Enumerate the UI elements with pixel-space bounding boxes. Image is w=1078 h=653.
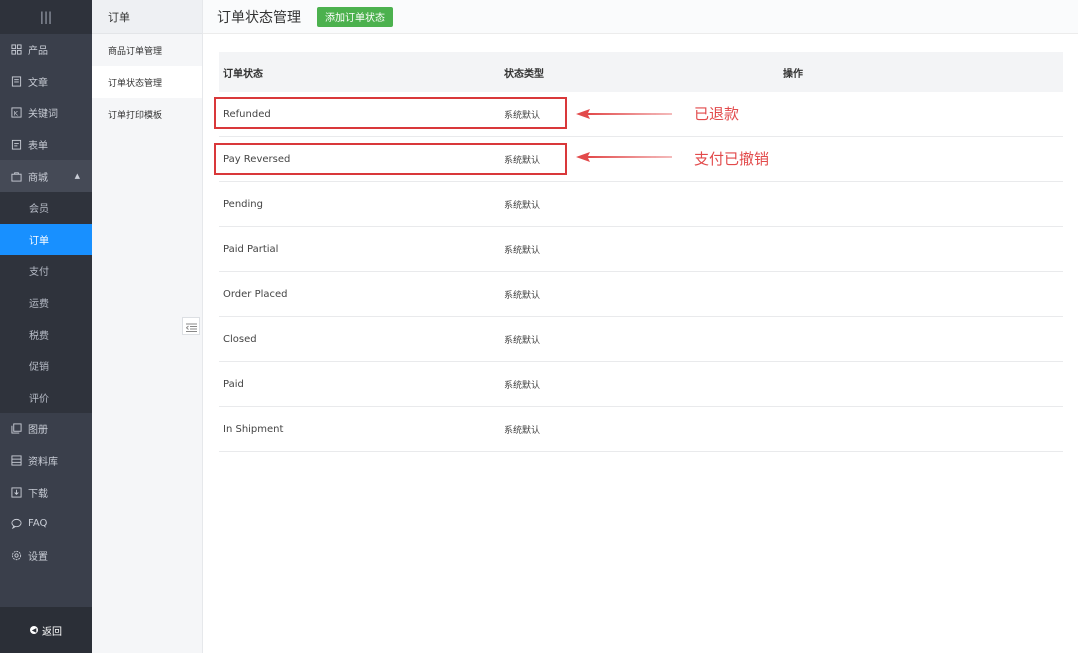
type-cell-text: 系统默认 xyxy=(504,290,541,301)
sidebar-subitem-orders[interactable]: 订单 xyxy=(0,223,92,256)
page-header: 订单状态管理 添加订单状态 xyxy=(203,0,1078,34)
sidebar-item-label: 产品 xyxy=(28,46,48,58)
sidebar-subitem-reviews[interactable]: 评价 xyxy=(0,381,92,414)
status-cell: Paid Partial xyxy=(223,243,279,255)
secondary-menu-title: 订单 xyxy=(92,0,202,34)
gallery-icon xyxy=(11,423,22,434)
collapse-menu-button[interactable] xyxy=(182,317,200,335)
annotation-pay-reversed: 支付已撤销 xyxy=(694,150,770,168)
sidebar-item-label: 图册 xyxy=(28,425,48,437)
back-button[interactable]: ◀ 返回 xyxy=(0,607,92,653)
status-cell: Closed xyxy=(223,333,257,345)
status-cell: Order Placed xyxy=(223,288,288,300)
type-cell-text: 系统默认 xyxy=(504,425,541,436)
sidebar-subitem-shipping[interactable]: 运费 xyxy=(0,286,92,319)
sidebar-item-label: 表单 xyxy=(28,141,48,153)
sidebar-item-label: 关键词 xyxy=(28,109,58,121)
add-order-status-button[interactable]: 添加订单状态 xyxy=(317,6,393,27)
table-row: Order Placed 系统默认 xyxy=(219,272,1063,317)
sidebar-item-faq[interactable]: FAQ xyxy=(0,508,92,540)
sidebar-item-articles[interactable]: 文章 xyxy=(0,66,92,98)
shop-icon xyxy=(11,171,22,182)
type-cell: 系统默认 xyxy=(501,243,783,256)
annotation-arrow-icon xyxy=(576,109,672,119)
annotation-refunded: 已退款 xyxy=(694,105,740,123)
svg-text:K: K xyxy=(14,110,19,118)
table-row: Paid Partial 系统默认 xyxy=(219,227,1063,272)
download-icon xyxy=(11,487,22,498)
secondary-menu: 订单 商品订单管理 订单状态管理 订单打印模板 xyxy=(92,0,203,653)
table-row: Pending 系统默认 xyxy=(219,182,1063,227)
annotation-arrow-icon xyxy=(576,152,672,162)
sidebar-item-downloads[interactable]: 下载 xyxy=(0,476,92,508)
sidebar-subitem-promotions[interactable]: 促销 xyxy=(0,349,92,382)
sidebar-item-label: 下载 xyxy=(28,488,48,500)
type-cell: 系统默认 xyxy=(501,378,783,391)
menu-item-product-orders[interactable]: 商品订单管理 xyxy=(92,34,202,66)
column-header-actions: 操作 xyxy=(783,68,803,80)
sidebar-subitem-tax[interactable]: 税费 xyxy=(0,318,92,350)
settings-icon xyxy=(11,550,22,561)
column-header-type: 状态类型 xyxy=(504,68,544,80)
sidebar-item-label: 商城 xyxy=(28,172,48,184)
menu-item-order-status[interactable]: 订单状态管理 xyxy=(92,66,202,98)
chevron-up-icon: ▲ xyxy=(74,172,80,181)
type-cell-text: 系统默认 xyxy=(504,245,541,256)
grid-icon xyxy=(11,44,22,55)
sidebar-subitem-payment[interactable]: 支付 xyxy=(0,255,92,287)
sidebar-item-settings[interactable]: 设置 xyxy=(0,540,92,572)
list-collapse-icon xyxy=(185,317,197,336)
sidebar-item-label: FAQ xyxy=(28,518,48,530)
sidebar-item-keywords[interactable]: K 关键词 xyxy=(0,97,92,129)
sidebar-subitem-members[interactable]: 会员 xyxy=(0,191,92,224)
back-arrow-icon: ◀ xyxy=(30,626,38,634)
app-window: ||| 产品 文章 K 关键词 表单 商城 ▲ 会员 订单 支付 运费 税费 促… xyxy=(0,0,1078,653)
menu-item-print-template[interactable]: 订单打印模板 xyxy=(92,98,202,130)
type-cell: 系统默认 xyxy=(501,423,783,436)
sidebar-item-shop[interactable]: 商城 ▲ xyxy=(0,160,92,192)
document-icon xyxy=(11,76,22,87)
type-cell-text: 系统默认 xyxy=(504,335,541,346)
sidebar-item-label: 设置 xyxy=(28,551,48,563)
sidebar-item-products[interactable]: 产品 xyxy=(0,34,92,66)
sidebar-item-forms[interactable]: 表单 xyxy=(0,129,92,161)
type-cell: 系统默认 xyxy=(501,288,783,301)
table-row: In Shipment 系统默认 xyxy=(219,407,1063,452)
type-cell: 系统默认 xyxy=(501,198,783,211)
sidebar-item-library[interactable]: 资料库 xyxy=(0,445,92,477)
keyword-icon: K xyxy=(11,107,22,119)
faq-icon xyxy=(11,518,22,530)
type-cell: 系统默认 xyxy=(501,333,783,346)
form-icon xyxy=(11,139,22,150)
highlight-box-refunded xyxy=(214,97,567,129)
type-cell-text: 系统默认 xyxy=(504,200,541,211)
sidebar-item-label: 资料库 xyxy=(28,457,58,469)
table-header: 订单状态 状态类型 操作 xyxy=(219,52,1063,92)
status-cell: Paid xyxy=(223,378,244,390)
main-sidebar: ||| 产品 文章 K 关键词 表单 商城 ▲ 会员 订单 支付 运费 税费 促… xyxy=(0,0,92,653)
table-row: Paid 系统默认 xyxy=(219,362,1063,407)
sidebar-item-label: 文章 xyxy=(28,77,48,89)
table-row: Closed 系统默认 xyxy=(219,317,1063,362)
status-cell: Pending xyxy=(223,198,263,210)
type-cell-text: 系统默认 xyxy=(504,380,541,391)
back-label: 返回 xyxy=(42,626,62,638)
column-header-status: 订单状态 xyxy=(223,68,263,80)
page-title: 订单状态管理 xyxy=(217,9,301,26)
status-cell: In Shipment xyxy=(223,423,284,435)
sidebar-item-gallery[interactable]: 图册 xyxy=(0,413,92,445)
sidebar-collapse-toggle[interactable]: ||| xyxy=(0,0,92,34)
library-icon xyxy=(11,455,22,466)
menu-bars-icon: ||| xyxy=(39,10,53,24)
highlight-box-pay-reversed xyxy=(214,143,567,175)
